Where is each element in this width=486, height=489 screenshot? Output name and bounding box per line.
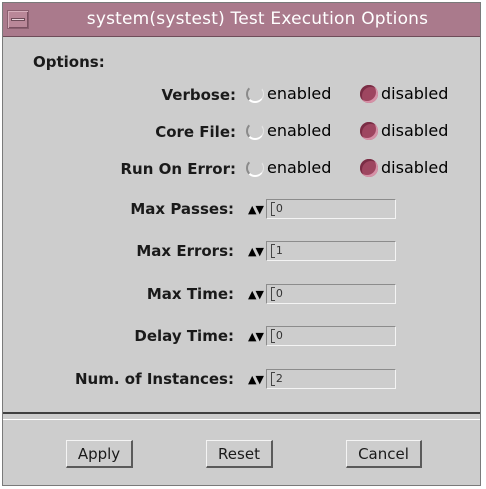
apply-button[interactable]: Apply <box>66 440 133 468</box>
max-time-label: Max Time: <box>146 285 234 303</box>
verbose-enabled-label: enabled <box>267 84 332 103</box>
max-passes-label: Max Passes: <box>130 200 234 218</box>
verbose-enabled-radio[interactable]: enabled <box>246 84 331 103</box>
up-down-arrows-icon[interactable]: ▲▼ <box>248 245 264 258</box>
num-instances-field[interactable]: 2 <box>265 369 396 389</box>
delay-time-value: 0 <box>275 329 283 342</box>
text-cursor <box>270 287 275 301</box>
title-bar[interactable]: system(systest) Test Execution Options <box>3 3 480 37</box>
max-errors-value: 1 <box>275 244 283 257</box>
max-errors-spinner: ▲▼ 1 <box>248 241 396 261</box>
core-file-label: Core File: <box>155 123 236 141</box>
max-errors-field[interactable]: 1 <box>265 241 396 261</box>
core-file-disabled-label: disabled <box>381 121 449 140</box>
up-down-arrows-icon[interactable]: ▲▼ <box>248 288 264 301</box>
verbose-disabled-radio[interactable]: disabled <box>360 84 448 103</box>
verbose-disabled-label: disabled <box>381 84 449 103</box>
window-title: system(systest) Test Execution Options <box>86 9 429 29</box>
max-time-value: 0 <box>275 287 283 300</box>
options-dialog: system(systest) Test Execution Options O… <box>2 2 481 486</box>
delay-time-field[interactable]: 0 <box>265 326 396 346</box>
up-down-arrows-icon[interactable]: ▲▼ <box>248 203 264 216</box>
max-errors-label: Max Errors: <box>136 242 234 260</box>
num-instances-label: Num. of Instances: <box>75 370 234 388</box>
verbose-label: Verbose: <box>161 86 236 104</box>
text-cursor <box>270 372 275 386</box>
max-time-spinner: ▲▼ 0 <box>248 284 396 304</box>
run-on-error-enabled-radio[interactable]: enabled <box>246 158 331 177</box>
radio-unselected-icon <box>246 158 264 177</box>
core-file-enabled-radio[interactable]: enabled <box>246 121 331 140</box>
window-menu-icon <box>11 18 25 21</box>
delay-time-label: Delay Time: <box>134 327 234 345</box>
core-file-disabled-radio[interactable]: disabled <box>360 121 448 140</box>
window-menu-button[interactable] <box>7 10 29 29</box>
radio-selected-icon <box>360 84 378 103</box>
core-file-enabled-label: enabled <box>267 121 332 140</box>
up-down-arrows-icon[interactable]: ▲▼ <box>248 330 264 343</box>
cancel-button[interactable]: Cancel <box>346 440 422 468</box>
num-instances-value: 2 <box>275 372 283 385</box>
options-heading: Options: <box>33 53 105 71</box>
radio-selected-icon <box>360 121 378 140</box>
delay-time-spinner: ▲▼ 0 <box>248 326 396 346</box>
up-down-arrows-icon[interactable]: ▲▼ <box>248 373 264 386</box>
radio-unselected-icon <box>246 121 264 140</box>
max-passes-spinner: ▲▼ 0 <box>248 199 396 219</box>
text-cursor <box>270 329 275 343</box>
dialog-content: Options: Verbose: enabled disabled Core … <box>3 37 480 485</box>
text-cursor <box>270 244 275 258</box>
max-passes-value: 0 <box>275 202 283 215</box>
run-on-error-enabled-label: enabled <box>267 158 332 177</box>
max-passes-field[interactable]: 0 <box>265 199 396 219</box>
text-cursor <box>270 202 275 216</box>
reset-button[interactable]: Reset <box>206 440 273 468</box>
run-on-error-disabled-label: disabled <box>381 158 449 177</box>
run-on-error-label: Run On Error: <box>120 160 236 178</box>
radio-unselected-icon <box>246 84 264 103</box>
button-separator <box>3 412 480 420</box>
max-time-field[interactable]: 0 <box>265 284 396 304</box>
num-instances-spinner: ▲▼ 2 <box>248 369 396 389</box>
run-on-error-disabled-radio[interactable]: disabled <box>360 158 448 177</box>
radio-selected-icon <box>360 158 378 177</box>
